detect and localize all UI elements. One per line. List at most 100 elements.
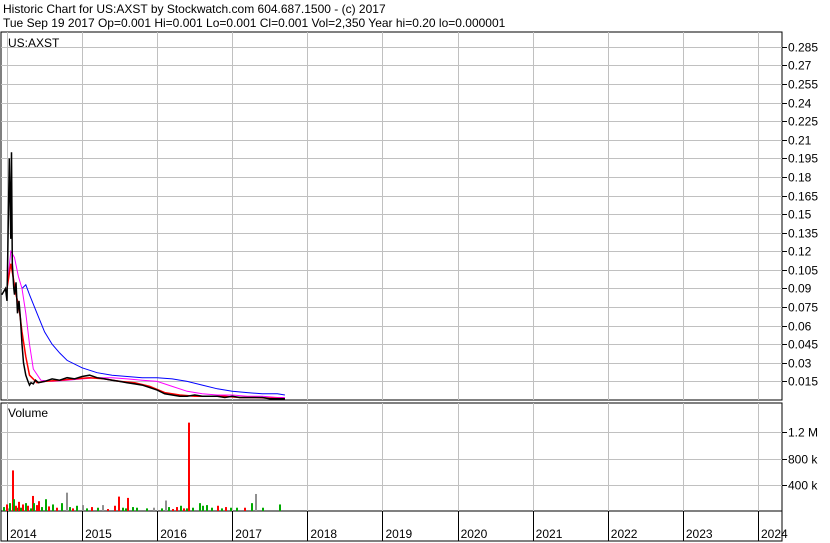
moving-average-short-line [6, 263, 285, 400]
volume-bar [172, 509, 174, 511]
volume-bar [52, 504, 54, 511]
volume-bar [262, 507, 264, 511]
price-tick-label: 0.135 [788, 227, 818, 241]
volume-bar [86, 508, 88, 511]
volume-bar [186, 508, 188, 511]
price-tick-label: 0.015 [788, 375, 818, 389]
x-tick-label: 2021 [536, 527, 563, 541]
price-tick-label: 0.15 [788, 208, 812, 222]
moving-average-long-line [21, 283, 285, 396]
volume-bar [211, 507, 213, 511]
x-tick-label: 2024 [761, 527, 788, 541]
price-tick-label: 0.195 [788, 152, 818, 166]
price-tick-label: 0.18 [788, 171, 812, 185]
volume-bar [76, 505, 78, 511]
moving-average-mid-line [6, 249, 285, 398]
volume-bar [6, 504, 8, 511]
volume-bar [251, 503, 253, 511]
volume-bar [72, 508, 74, 511]
volume-bar [221, 508, 223, 511]
volume-bar [66, 492, 68, 511]
volume-bar [202, 505, 204, 511]
price-tick-label: 0.27 [788, 59, 812, 73]
volume-bar [61, 503, 63, 511]
x-tick-label: 2014 [10, 527, 37, 541]
volume-bar [244, 507, 246, 511]
price-tick-label: 0.06 [788, 320, 812, 334]
x-tick-label: 2022 [611, 527, 638, 541]
volume-bar [183, 508, 185, 511]
volume-bar [102, 505, 104, 511]
volume-bar [161, 508, 163, 511]
volume-bar [127, 497, 129, 511]
price-tick-label: 0.03 [788, 357, 812, 371]
x-tick-label: 2016 [160, 527, 187, 541]
price-tick-label: 0.075 [788, 301, 818, 315]
volume-bar [206, 505, 208, 511]
volume-bar [91, 507, 93, 511]
volume-bar [9, 503, 11, 511]
x-tick-label: 2015 [85, 527, 112, 541]
price-tick-label: 0.09 [788, 282, 812, 296]
x-tick-label: 2017 [235, 527, 262, 541]
volume-panel-title: Volume [8, 406, 48, 420]
volume-bar [165, 500, 167, 511]
volume-bar [41, 507, 43, 511]
volume-bar [56, 507, 58, 511]
volume-bar [118, 496, 120, 511]
price-y-axis: 0.285 0.27 0.255 0.24 0.225 0.21 0.195 0.18 0.16… [782, 41, 818, 389]
volume-bar [168, 507, 170, 511]
x-tick-label: 2018 [310, 527, 337, 541]
price-tick-label: 0.045 [788, 338, 818, 352]
volume-tick-label: 800 k [788, 453, 818, 467]
volume-bar [69, 507, 71, 511]
price-lines [1, 152, 285, 400]
volume-bar [107, 509, 109, 511]
volume-tick-label: 1.2 M [788, 426, 818, 440]
volume-bar [146, 508, 148, 511]
price-tick-label: 0.24 [788, 97, 812, 111]
symbol-label: US:AXST [8, 36, 60, 50]
volume-bar [136, 507, 138, 511]
volume-bar [27, 505, 29, 511]
volume-bar [30, 508, 32, 511]
volume-bar [15, 505, 17, 511]
volume-bar [20, 507, 22, 511]
volume-bar [153, 507, 155, 511]
price-tick-label: 0.285 [788, 41, 818, 55]
grid-lines [1, 32, 782, 511]
volume-bar [125, 508, 127, 511]
volume-bar [45, 499, 47, 511]
volume-bars [3, 422, 281, 511]
volume-bar [3, 507, 5, 511]
volume-bar [236, 507, 238, 511]
volume-bar [122, 507, 124, 511]
x-tick-label: 2023 [686, 527, 713, 541]
volume-bar [279, 504, 281, 511]
volume-bar [255, 493, 257, 511]
volume-panel-frame [0, 402, 783, 512]
x-tick-label: 2019 [385, 527, 412, 541]
volume-bar [199, 503, 201, 511]
volume-bar [132, 507, 134, 511]
volume-tick-label: 400 k [788, 479, 818, 493]
price-line [1, 152, 285, 400]
volume-bar [25, 503, 27, 511]
volume-bar [114, 505, 116, 511]
volume-bar [176, 507, 178, 511]
price-tick-label: 0.12 [788, 245, 812, 259]
volume-y-axis: 1.2 M 800 k 400 k [782, 426, 818, 493]
price-tick-label: 0.165 [788, 190, 818, 204]
volume-bar [188, 422, 190, 511]
volume-bar [192, 507, 194, 511]
price-tick-label: 0.225 [788, 115, 818, 129]
volume-bar [180, 505, 182, 511]
volume-bar [13, 499, 15, 511]
stock-chart: 2014 2015 2016 2017 2018 2019 2020 2021 2022 2023… [0, 31, 818, 542]
price-tick-label: 0.21 [788, 134, 812, 148]
volume-bar [82, 505, 84, 511]
x-axis: 2014 2015 2016 2017 2018 2019 2020 2021 2022 2023… [7, 511, 788, 541]
price-tick-label: 0.105 [788, 264, 818, 278]
volume-bar [38, 501, 40, 511]
volume-bar [33, 503, 35, 511]
